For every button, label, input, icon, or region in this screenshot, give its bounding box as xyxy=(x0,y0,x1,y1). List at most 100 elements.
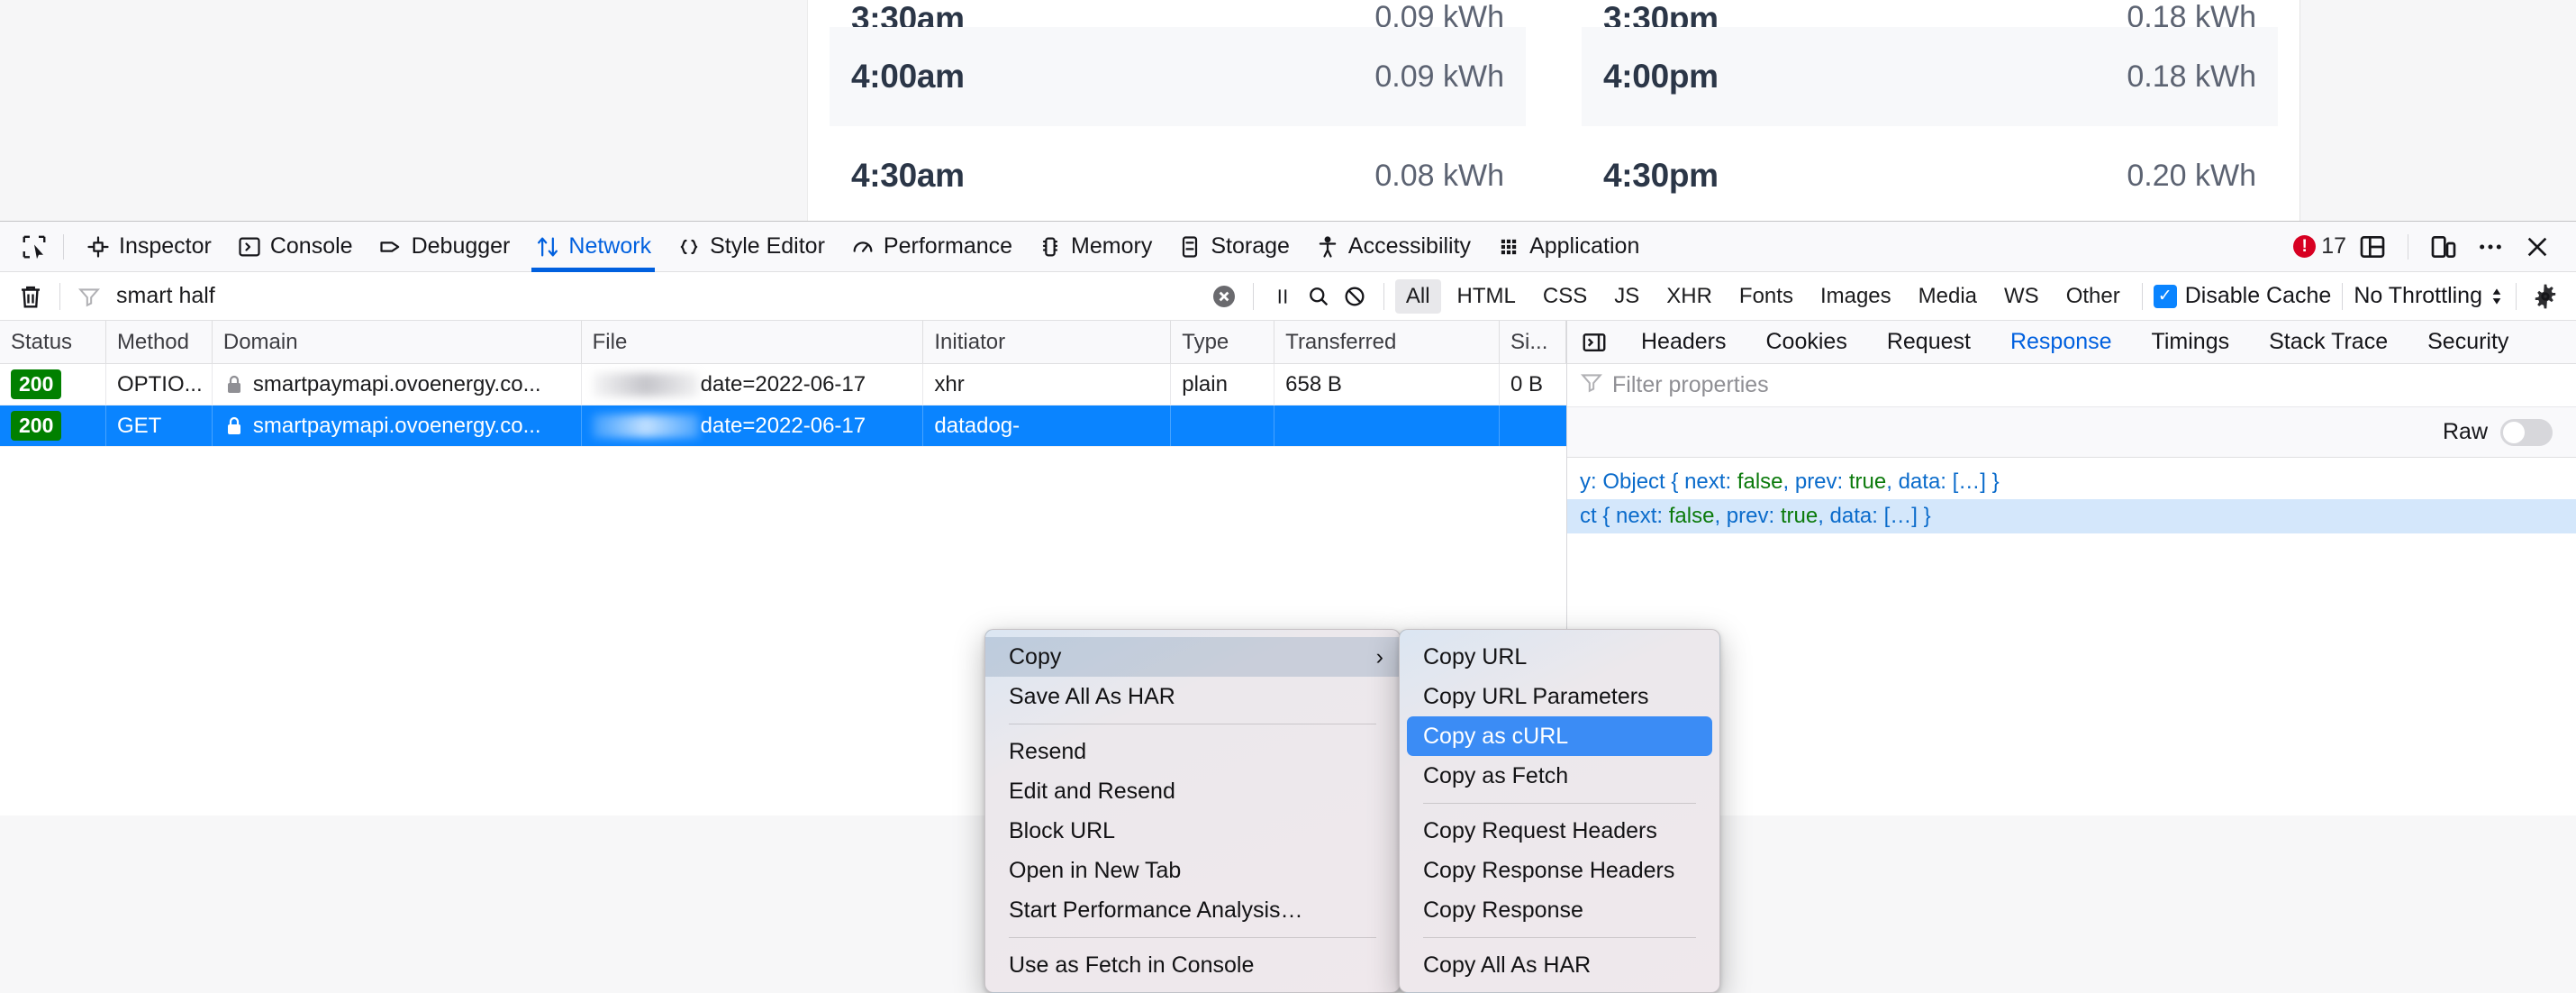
type-filter-xhr[interactable]: XHR xyxy=(1655,279,1723,314)
type-filter-js[interactable]: JS xyxy=(1603,279,1650,314)
submenu-item-copy-as-fetch[interactable]: Copy as Fetch xyxy=(1400,756,1719,796)
request-domain: smartpaymapi.ovoenergy.co... xyxy=(213,364,582,405)
details-tab-stack-trace[interactable]: Stack Trace xyxy=(2249,321,2408,364)
menu-item-resend[interactable]: Resend xyxy=(985,732,1400,771)
tool-tab-storage[interactable]: Storage xyxy=(1165,222,1302,272)
menu-item-open-in-new-tab[interactable]: Open in New Tab xyxy=(985,851,1400,890)
json-line-text: { next: false, prev: true, data: […] } xyxy=(1602,504,1931,528)
menu-item-label: Copy xyxy=(1009,643,1062,670)
usage-row: 4:00pm 0.18 kWh xyxy=(1582,27,2278,126)
table-row[interactable]: 200 OPTIO... smartpaymapi.ovoenergy.co... d… xyxy=(0,364,1566,405)
column-header[interactable]: Type xyxy=(1171,321,1275,363)
response-json-viewer: y: Object { next: false, prev: true, dat… xyxy=(1567,458,2576,533)
details-tab-security[interactable]: Security xyxy=(2408,321,2528,364)
funnel-icon xyxy=(1580,370,1603,400)
type-filter-html[interactable]: HTML xyxy=(1447,279,1527,314)
meatball-menu-icon[interactable] xyxy=(2470,226,2511,268)
search-icon[interactable] xyxy=(1301,278,1337,314)
type-filter-media[interactable]: Media xyxy=(1908,279,1988,314)
domain-text: smartpaymapi.ovoenergy.co... xyxy=(252,413,541,438)
details-tab-request[interactable]: Request xyxy=(1867,321,1991,364)
submenu-item-copy-request-headers[interactable]: Copy Request Headers xyxy=(1400,811,1719,851)
element-picker-icon[interactable] xyxy=(14,227,54,267)
menu-item-save-all-as-har[interactable]: Save All As HAR xyxy=(985,677,1400,716)
throttling-select[interactable]: No Throttling xyxy=(2354,283,2505,309)
menu-item-edit-and-resend[interactable]: Edit and Resend xyxy=(985,771,1400,811)
expand-panel-icon[interactable] xyxy=(1576,324,1612,360)
error-count-label: 17 xyxy=(2321,233,2346,259)
usage-row: 3:30pm 0.18 kWh xyxy=(1582,0,2278,27)
column-header[interactable]: File xyxy=(582,321,924,363)
status-badge: 200 xyxy=(0,364,106,405)
details-filter-box[interactable]: Filter properties xyxy=(1567,364,2576,407)
clear-filter-icon[interactable] xyxy=(1206,278,1242,314)
tool-tab-network[interactable]: Network xyxy=(522,222,664,272)
submenu-item-copy-all-as-har[interactable]: Copy All As HAR xyxy=(1400,945,1719,985)
usage-value: 0.08 kWh xyxy=(1374,158,1504,193)
block-icon[interactable] xyxy=(1337,278,1373,314)
details-tab-cookies[interactable]: Cookies xyxy=(1746,321,1867,364)
dock-bottom-icon[interactable] xyxy=(2352,226,2393,268)
request-table-header: Status Method Domain File Initiator Type Trans… xyxy=(0,321,1566,364)
type-filter-css[interactable]: CSS xyxy=(1532,279,1598,314)
tool-tab-accessibility[interactable]: Accessibility xyxy=(1302,222,1483,272)
type-filter-images[interactable]: Images xyxy=(1810,279,1902,314)
disable-cache-checkbox[interactable]: ✓ Disable Cache xyxy=(2153,283,2331,309)
menu-item-copy[interactable]: Copy › xyxy=(985,637,1400,677)
close-devtools-icon[interactable] xyxy=(2517,226,2558,268)
chevron-updown-icon xyxy=(2492,287,2501,305)
network-filter-box[interactable]: smart half xyxy=(71,278,1206,314)
table-row[interactable]: 200 GET smartpaymapi.ovoenergy.co... date=2… xyxy=(0,405,1566,447)
request-file: date=2022-06-17 xyxy=(582,405,924,446)
details-tab-timings[interactable]: Timings xyxy=(2132,321,2250,364)
submenu-item-copy-url-parameters[interactable]: Copy URL Parameters xyxy=(1400,677,1719,716)
menu-item-block-url[interactable]: Block URL xyxy=(985,811,1400,851)
tool-tab-memory[interactable]: Memory xyxy=(1025,222,1165,272)
tool-tab-inspector[interactable]: Inspector xyxy=(73,222,224,272)
menu-item-use-as-fetch-in-console[interactable]: Use as Fetch in Console xyxy=(985,945,1400,985)
submenu-item-copy-url[interactable]: Copy URL xyxy=(1400,637,1719,677)
menu-item-label: Copy Response Headers xyxy=(1423,857,1675,883)
details-tab-headers[interactable]: Headers xyxy=(1621,321,1746,364)
submenu-item-copy-response-headers[interactable]: Copy Response Headers xyxy=(1400,851,1719,890)
submenu-item-copy-response[interactable]: Copy Response xyxy=(1400,890,1719,930)
tool-tab-debugger[interactable]: Debugger xyxy=(366,222,523,272)
column-header[interactable]: Initiator xyxy=(923,321,1172,363)
column-header[interactable]: Method xyxy=(106,321,213,363)
request-type xyxy=(1171,405,1275,446)
menu-item-start-performance-analysis[interactable]: Start Performance Analysis… xyxy=(985,890,1400,930)
type-filter-fonts[interactable]: Fonts xyxy=(1728,279,1804,314)
tool-tab-label: Memory xyxy=(1071,233,1153,259)
tool-tab-performance[interactable]: Performance xyxy=(838,222,1025,272)
json-line[interactable]: y: Object { next: false, prev: true, dat… xyxy=(1567,465,2576,499)
type-filter-ws[interactable]: WS xyxy=(1993,279,2050,314)
column-header[interactable]: Transferred xyxy=(1274,321,1501,363)
json-line-prefix: y: xyxy=(1580,469,1597,494)
tool-tab-console[interactable]: Console xyxy=(224,222,366,272)
error-count-badge[interactable]: ! 17 xyxy=(2293,233,2346,260)
raw-toggle-bar: Raw xyxy=(1567,407,2576,458)
request-type: plain xyxy=(1171,364,1275,405)
gear-icon[interactable] xyxy=(2527,278,2563,314)
type-filter-other[interactable]: Other xyxy=(2055,279,2131,314)
details-tab-response[interactable]: Response xyxy=(1991,321,2132,364)
tool-tab-style-editor[interactable]: Style Editor xyxy=(664,222,838,272)
responsive-design-mode-icon[interactable] xyxy=(2423,226,2464,268)
network-filter-input[interactable]: smart half xyxy=(116,283,215,309)
json-line[interactable]: ct { next: false, prev: true, data: […] … xyxy=(1567,499,2576,533)
trash-icon[interactable] xyxy=(13,278,49,314)
column-header[interactable]: Domain xyxy=(213,321,582,363)
submenu-item-copy-as-curl[interactable]: Copy as cURL xyxy=(1407,716,1712,756)
tool-tab-application[interactable]: Application xyxy=(1483,222,1652,272)
raw-toggle[interactable] xyxy=(2500,418,2553,446)
toolbar-divider xyxy=(63,233,64,260)
column-header[interactable]: Si... xyxy=(1500,321,1566,363)
pause-icon[interactable] xyxy=(1265,278,1301,314)
menu-item-label: Open in New Tab xyxy=(1009,857,1182,883)
json-line-prefix: ct xyxy=(1580,504,1597,528)
details-filter-input[interactable]: Filter properties xyxy=(1612,372,1769,398)
column-header[interactable]: Status xyxy=(0,321,106,363)
usage-value: 0.18 kWh xyxy=(2127,0,2256,27)
web-page-background: 3:30am 0.09 kWh 4:00am 0.09 kWh 4:30am 0.08 k… xyxy=(0,0,2576,221)
type-filter-all[interactable]: All xyxy=(1394,278,1441,314)
